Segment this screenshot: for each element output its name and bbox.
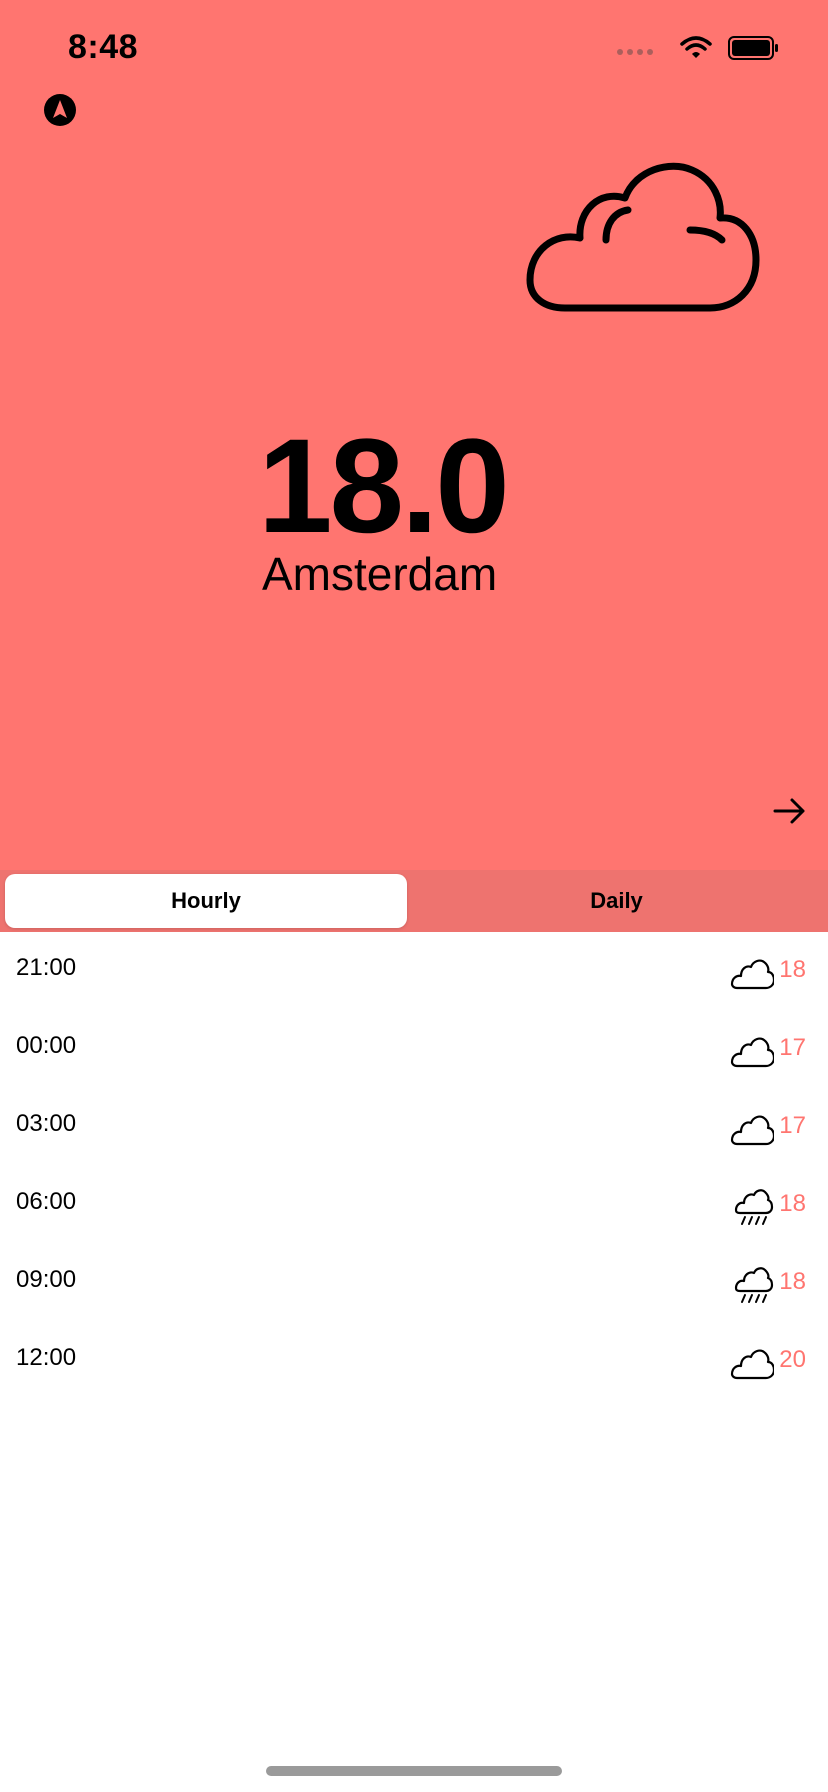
arrow-right-icon[interactable] bbox=[772, 796, 806, 826]
list-item: 06:00 18 bbox=[0, 1166, 828, 1244]
list-item: 09:00 18 bbox=[0, 1244, 828, 1322]
city-name: Amsterdam bbox=[262, 548, 498, 600]
forecast-temperature: 17 bbox=[779, 1112, 806, 1139]
tab-hourly[interactable]: Hourly bbox=[5, 874, 407, 928]
status-icons bbox=[616, 34, 796, 64]
forecast-time: 00:00 bbox=[16, 1032, 77, 1059]
list-item: 03:00 17 bbox=[0, 1088, 828, 1166]
cloud-rain-icon bbox=[734, 1189, 774, 1225]
hourly-forecast-list: 21:00 18 00:00 17 03:00 17 06:00 18 09:0… bbox=[0, 932, 828, 1400]
current-temperature: 18.0 bbox=[258, 412, 510, 561]
list-item: 00:00 17 bbox=[0, 1010, 828, 1088]
list-item: 12:00 20 bbox=[0, 1322, 828, 1400]
location-arrow-icon[interactable] bbox=[44, 94, 76, 126]
wifi-icon bbox=[680, 36, 712, 58]
forecast-segmented-control: Hourly Daily bbox=[0, 870, 828, 932]
forecast-temperature: 18 bbox=[779, 1190, 806, 1217]
forecast-time: 21:00 bbox=[16, 954, 77, 981]
battery-icon bbox=[728, 36, 778, 60]
forecast-temperature: 17 bbox=[779, 1034, 806, 1061]
home-indicator[interactable] bbox=[266, 1766, 562, 1776]
cloud-icon bbox=[730, 1115, 774, 1146]
forecast-time: 06:00 bbox=[16, 1188, 77, 1215]
status-time: 8:48 bbox=[68, 28, 139, 66]
cloud-icon bbox=[730, 959, 774, 990]
cloud-icon bbox=[730, 1037, 774, 1068]
forecast-temperature: 20 bbox=[779, 1346, 806, 1373]
signal-dots-icon bbox=[617, 49, 653, 55]
forecast-time: 03:00 bbox=[16, 1110, 77, 1137]
cloud-icon bbox=[526, 162, 760, 312]
cloud-rain-icon bbox=[734, 1267, 774, 1303]
list-item: 21:00 18 bbox=[0, 932, 828, 1010]
cloud-icon bbox=[730, 1349, 774, 1380]
tab-daily[interactable]: Daily bbox=[410, 874, 823, 928]
current-weather-panel: 8:48 18.0 Amsterdam bbox=[0, 0, 828, 870]
forecast-time: 09:00 bbox=[16, 1266, 77, 1293]
forecast-time: 12:00 bbox=[16, 1344, 77, 1371]
forecast-temperature: 18 bbox=[779, 956, 806, 983]
forecast-temperature: 18 bbox=[779, 1268, 806, 1295]
